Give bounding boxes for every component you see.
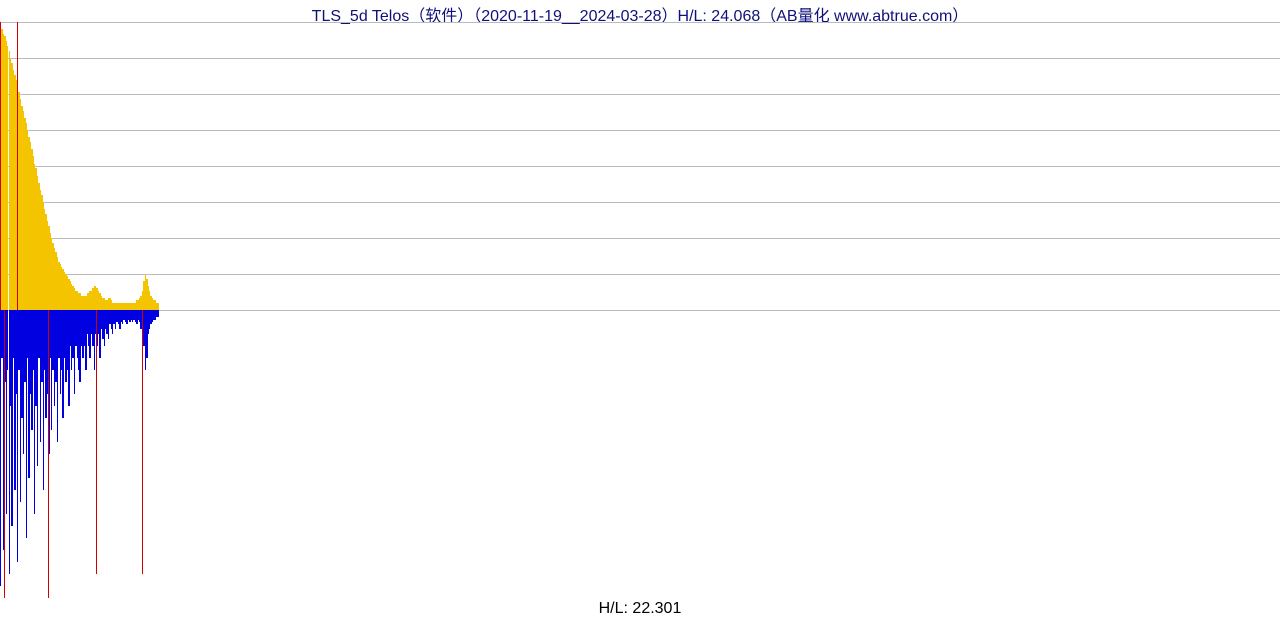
spike-line: [96, 310, 97, 574]
spike-line: [48, 310, 49, 598]
bar-positive: [157, 303, 158, 310]
spike-line: [4, 310, 5, 598]
bar-container: [0, 22, 1280, 598]
spike-line: [17, 22, 18, 310]
spike-line: [142, 310, 143, 574]
chart-plot-area: [0, 22, 1280, 598]
bar-negative: [157, 310, 158, 317]
spike-line: [0, 22, 1, 310]
chart-footer: H/L: 22.301: [0, 600, 1280, 618]
